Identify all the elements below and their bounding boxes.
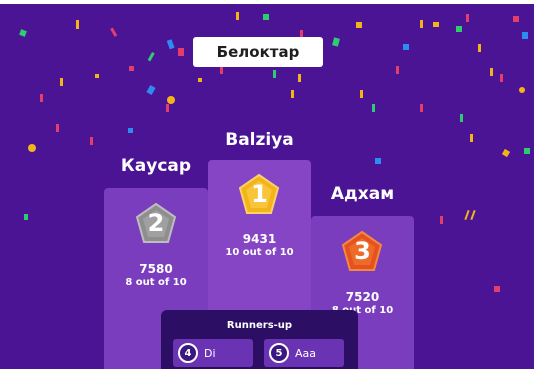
third-place-rank: 3 [354, 237, 371, 265]
second-place-name: Каусар [120, 156, 192, 176]
leaderboard-title: Белоктар [193, 37, 323, 67]
first-place-name: Balziya [225, 130, 294, 150]
first-place-correct: 10 out of 10 [225, 247, 294, 258]
second-place-rank: 2 [147, 209, 165, 237]
results-stage: Белоктар Balziya 1 9431 10 out of 10 Кау… [0, 4, 534, 369]
runners-up-title: Runners-up [226, 320, 293, 331]
runner-up-rank: 4 [178, 343, 198, 363]
runner-up-rank: 5 [269, 343, 289, 363]
second-place-score: 7580 [139, 262, 173, 276]
runner-up-name: Di [204, 346, 216, 360]
first-place-rank: 1 [251, 180, 268, 208]
runner-up-card[interactable]: 5 Aaa [264, 339, 344, 367]
third-place-score: 7520 [345, 290, 380, 304]
second-place-correct: 8 out of 10 [125, 277, 187, 288]
third-place-name: Адхам [330, 184, 395, 204]
runner-up-name: Aaa [295, 346, 317, 360]
runners-up-panel: Runners-up 4 Di 5 Aaa [161, 310, 358, 369]
first-place-score: 9431 [242, 232, 277, 246]
runner-up-card[interactable]: 4 Di [173, 339, 253, 367]
